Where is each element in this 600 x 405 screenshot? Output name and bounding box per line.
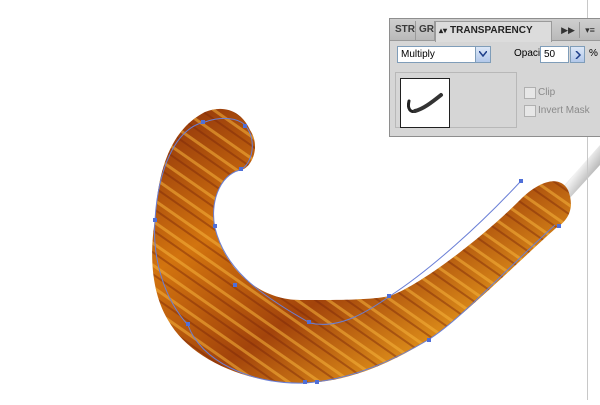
transparency-panel: STR GRA ▴▾TRANSPARENCY ▶▶ ▾≡ Multiply Op… — [389, 18, 600, 137]
invert-mask-checkbox[interactable] — [524, 105, 536, 117]
tab-stroke-label: STR — [395, 24, 415, 35]
blend-mode-value: Multiply — [401, 49, 435, 60]
clip-checkbox[interactable] — [524, 87, 536, 99]
tab-gradient[interactable]: GRA — [416, 21, 435, 41]
panel-menu-icon[interactable]: ▾≡ — [579, 22, 600, 38]
opacity-unit: % — [589, 48, 598, 59]
tab-transparency[interactable]: ▴▾ TRANSPARENCY — [435, 21, 552, 42]
chevron-right-icon[interactable] — [570, 46, 585, 63]
tab-stroke[interactable]: STR — [392, 21, 416, 41]
panel-tab-bar: STR GRA ▴▾TRANSPARENCY ▶▶ ▾≡ — [390, 19, 600, 42]
thumbnail-area — [395, 72, 517, 128]
blend-mode-select[interactable]: Multiply — [397, 46, 491, 63]
tab-gradient-label: GRA — [419, 24, 434, 35]
chevron-down-icon[interactable] — [475, 47, 490, 62]
invert-mask-label: Invert Mask — [538, 105, 590, 116]
tab-transparency-label: TRANSPARENCY — [450, 25, 533, 36]
up-down-arrows-icon: ▴▾ — [439, 26, 448, 35]
brush-thumbnail-icon — [407, 93, 443, 113]
clip-label: Clip — [538, 87, 556, 98]
artwork-thumbnail[interactable] — [400, 78, 450, 128]
opacity-value: 50 — [544, 49, 556, 60]
opacity-input[interactable]: 50 — [540, 46, 569, 63]
double-right-arrow-icon[interactable]: ▶▶ — [560, 22, 576, 38]
